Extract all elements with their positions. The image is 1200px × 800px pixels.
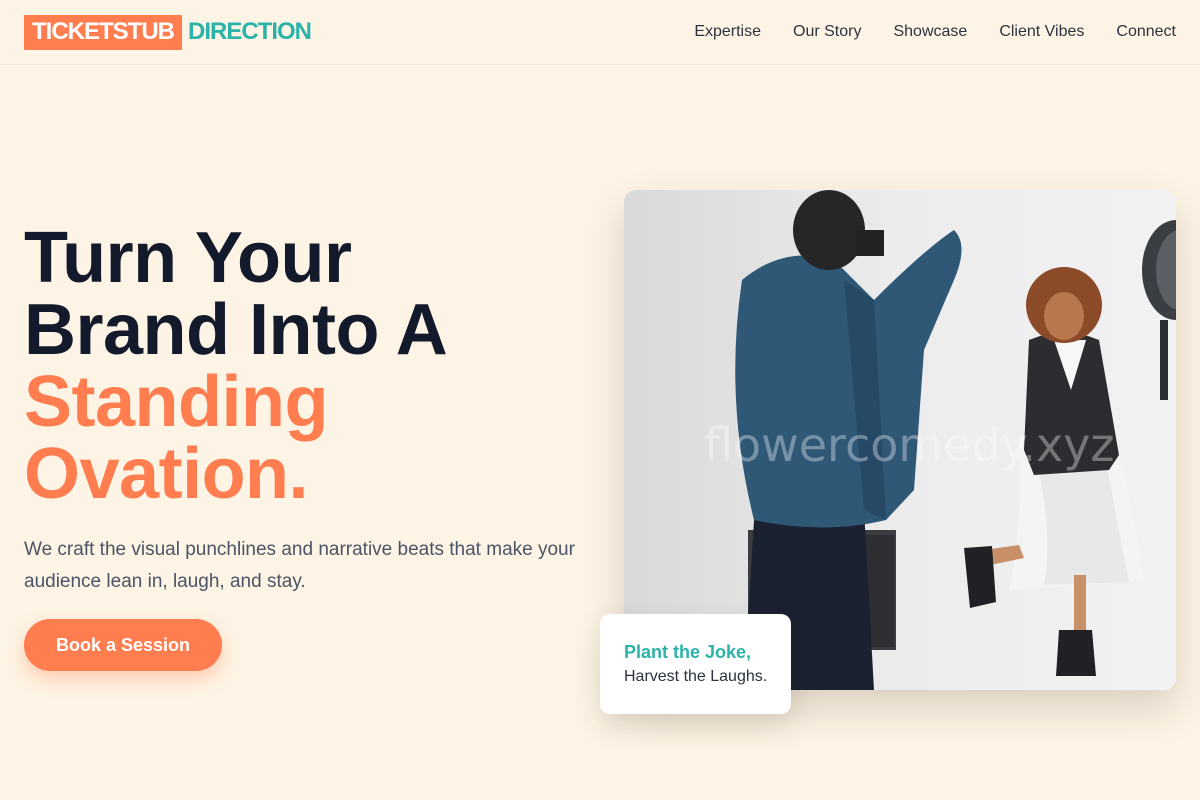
logo[interactable]: TICKETSTUB DIRECTION: [24, 14, 312, 50]
book-session-button[interactable]: Book a Session: [24, 619, 222, 671]
main-nav: Expertise Our Story Showcase Client Vibe…: [694, 23, 1176, 41]
nav-link-showcase[interactable]: Showcase: [893, 23, 967, 41]
logo-highlight: TICKETSTUB: [24, 14, 182, 50]
card-title: Plant the Joke,: [624, 642, 752, 662]
nav-link-our-story[interactable]: Our Story: [793, 23, 861, 41]
site-header: TICKETSTUB DIRECTION Expertise Our Story…: [0, 0, 1200, 65]
headline-line: Turn Your: [24, 218, 352, 298]
hero-subtext: We craft the visual punchlines and narra…: [24, 539, 575, 592]
nav-link-expertise[interactable]: Expertise: [694, 23, 761, 41]
logo-text: DIRECTION: [188, 18, 312, 45]
watermark-text: flowercomedy.xyz: [704, 418, 1115, 472]
card-subtitle: Harvest the Laughs.: [624, 668, 768, 685]
headline-accent-line: Standing: [24, 362, 328, 442]
nav-link-connect[interactable]: Connect: [1116, 23, 1176, 41]
hero-headline: Turn Your Brand Into A Standing Ovation.: [24, 222, 584, 510]
headline-accent-line: Ovation.: [24, 434, 309, 514]
headline-line: Brand Into A: [24, 290, 448, 370]
nav-link-client-vibes[interactable]: Client Vibes: [999, 23, 1084, 41]
tagline-card: Plant the Joke, Harvest the Laughs.: [600, 614, 791, 714]
